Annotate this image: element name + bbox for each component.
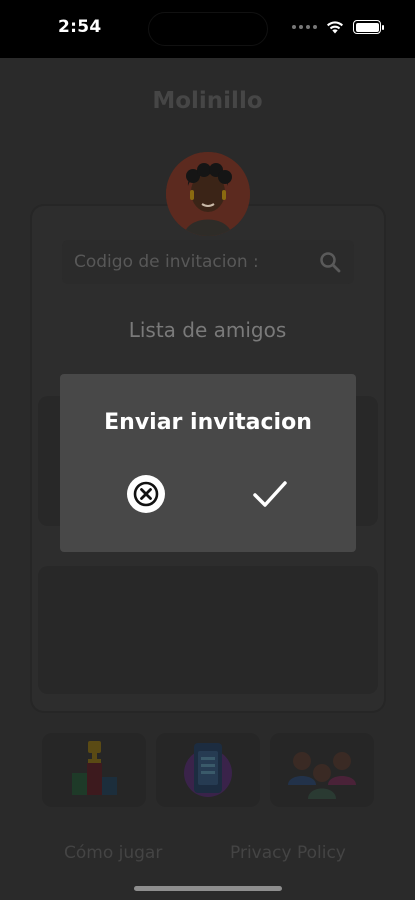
- podium-icon: [72, 741, 117, 795]
- search-icon[interactable]: [318, 250, 342, 274]
- status-time: 2:54: [58, 17, 102, 37]
- invite-code-input[interactable]: Codigo de invitacion :: [62, 240, 354, 284]
- avatar-person-icon: [166, 152, 250, 236]
- privacy-policy-link[interactable]: Privacy Policy: [230, 843, 346, 863]
- wifi-icon: [327, 21, 343, 34]
- home-indicator: [134, 886, 282, 891]
- dialog-title: Enviar invitacion: [104, 410, 312, 435]
- cancel-button[interactable]: [124, 472, 168, 516]
- game-app-tile[interactable]: [156, 733, 260, 807]
- friends-list-title: Lista de amigos: [128, 318, 287, 342]
- dynamic-island: [148, 12, 268, 46]
- bottom-links: Cómo jugar Privacy Policy: [0, 843, 415, 867]
- people-group-icon: [288, 752, 356, 799]
- how-to-play-link[interactable]: Cómo jugar: [64, 843, 162, 863]
- battery-icon: [353, 20, 384, 34]
- leaderboard-tile[interactable]: [42, 733, 146, 807]
- invite-code-placeholder: Codigo de invitacion :: [74, 252, 259, 272]
- bottom-tiles: [42, 733, 374, 807]
- signal-icon: [292, 25, 317, 29]
- phone-app-icon: [184, 743, 232, 797]
- status-icons: [292, 20, 384, 34]
- send-invitation-dialog: Enviar invitacion: [60, 374, 356, 552]
- close-circle-icon: [127, 475, 165, 513]
- avatar[interactable]: [166, 152, 250, 236]
- app-title: Molinillo: [152, 88, 263, 114]
- confirm-button[interactable]: [248, 472, 292, 516]
- checkmark-icon: [253, 481, 287, 507]
- friend-list-panel: [38, 566, 378, 694]
- status-bar: 2:54: [0, 0, 415, 58]
- friends-tile[interactable]: [270, 733, 374, 807]
- app-screen: 2:54 Molinillo Codigo de invitacion: Li…: [0, 0, 415, 900]
